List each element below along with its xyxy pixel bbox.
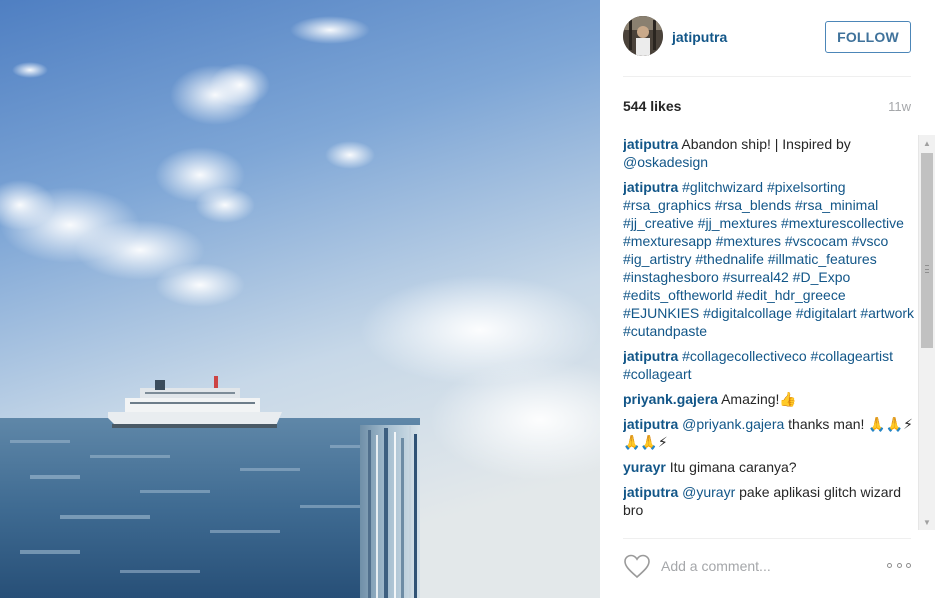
post-photo bbox=[0, 0, 600, 598]
comment-username[interactable]: jatiputra bbox=[623, 179, 678, 195]
comments-scrollbar[interactable]: ▲ ▼ bbox=[918, 135, 935, 530]
comment-item: yurayr Itu gimana caranya? bbox=[623, 458, 918, 476]
dot-icon bbox=[887, 562, 892, 568]
author-avatar[interactable] bbox=[623, 16, 663, 56]
heart-icon[interactable] bbox=[623, 553, 651, 579]
photo-artwork bbox=[0, 0, 600, 598]
dot-icon bbox=[906, 562, 911, 568]
comment-item: jatiputra @yurayr pake aplikasi glitch w… bbox=[623, 483, 918, 519]
comment-mention[interactable]: @yurayr bbox=[682, 484, 735, 500]
avatar-image bbox=[623, 16, 663, 56]
comment-username[interactable]: jatiputra bbox=[623, 136, 678, 152]
comment-item: jatiputra Abandon ship! | Inspired by @o… bbox=[623, 135, 918, 171]
comment-hashtags[interactable]: #glitchwizard #pixelsorting #rsa_graphic… bbox=[623, 179, 914, 339]
comment-username[interactable]: jatiputra bbox=[623, 416, 678, 432]
add-comment-input[interactable] bbox=[661, 554, 861, 578]
scrollbar-thumb[interactable] bbox=[921, 153, 933, 348]
post-header: jatiputra FOLLOW bbox=[623, 16, 911, 77]
glitch-edge bbox=[360, 425, 420, 598]
comment-text: Itu gimana caranya? bbox=[669, 459, 797, 475]
like-count[interactable]: 544 likes bbox=[623, 98, 681, 114]
comment-username[interactable]: yurayr bbox=[623, 459, 666, 475]
comment-item: jatiputra @priyank.gajera thanks man! 🙏🙏… bbox=[623, 415, 918, 451]
comment-list: jatiputra Abandon ship! | Inspired by @o… bbox=[623, 135, 918, 530]
comment-username[interactable]: priyank.gajera bbox=[623, 391, 718, 407]
comment-username[interactable]: jatiputra bbox=[623, 348, 678, 364]
comment-text: Amazing!👍 bbox=[721, 391, 797, 407]
more-options-icon[interactable] bbox=[887, 558, 911, 572]
scroll-down-arrow-icon[interactable]: ▼ bbox=[919, 514, 935, 530]
scroll-up-arrow-icon[interactable]: ▲ bbox=[919, 135, 935, 151]
post-details-panel: jatiputra FOLLOW 544 likes 11w jatiputra… bbox=[600, 0, 936, 598]
post-age[interactable]: 11w bbox=[888, 99, 911, 114]
post-actions bbox=[623, 538, 911, 593]
comment-username[interactable]: jatiputra bbox=[623, 484, 678, 500]
dot-icon bbox=[896, 562, 902, 568]
author-username[interactable]: jatiputra bbox=[672, 29, 727, 45]
comment-mention[interactable]: @oskadesign bbox=[623, 154, 708, 170]
scrollbar-grip-icon bbox=[925, 265, 929, 273]
comment-text: Abandon ship! | Inspired by bbox=[681, 136, 851, 152]
comment-mention[interactable]: @priyank.gajera bbox=[682, 416, 784, 432]
follow-button[interactable]: FOLLOW bbox=[825, 21, 911, 53]
comment-item: jatiputra #collagecollectiveco #collagea… bbox=[623, 347, 918, 383]
comment-item: priyank.gajera Amazing!👍 bbox=[623, 390, 918, 408]
comment-item: jatiputra #glitchwizard #pixelsorting #r… bbox=[623, 178, 918, 340]
